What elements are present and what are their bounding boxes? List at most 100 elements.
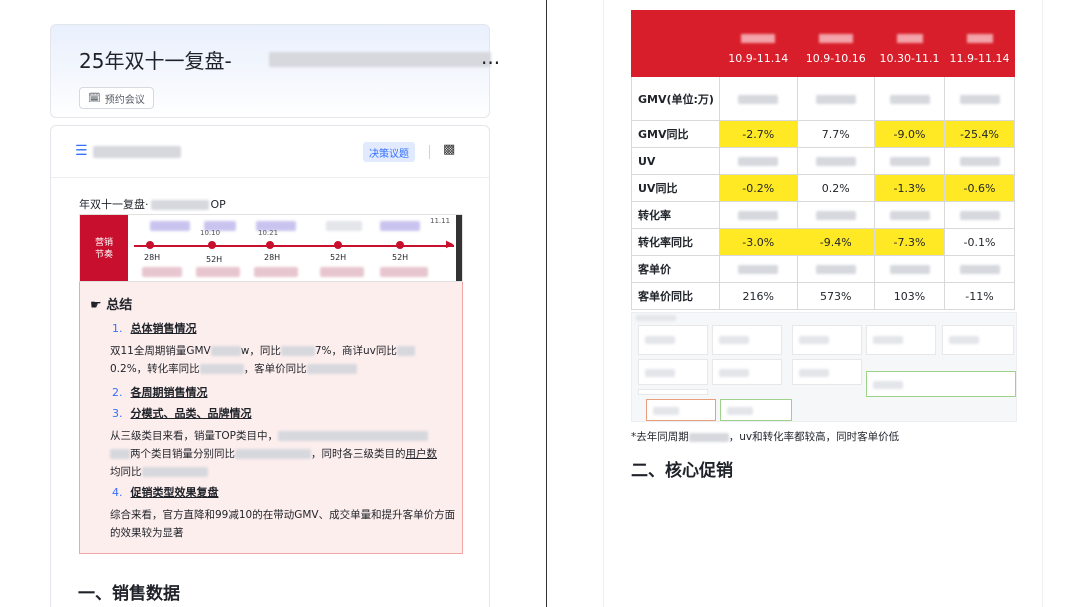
table-cell [796,255,875,283]
table-cell: -3.0% [719,228,798,256]
table-cell: -0.6% [944,174,1015,202]
table-header-cell: 11.9-11.14 [944,10,1015,77]
timeline-label: 营销 节奏 [80,215,128,281]
dash-cell [638,359,708,385]
table-header-cell: 10.30-11.1 [874,10,945,77]
doc-subtitle: 年双十一复盘· OP [79,196,226,212]
table-cell [874,147,945,175]
table-cell: -25.4% [944,120,1015,148]
table-cell: 7.7% [796,120,875,148]
timeline-redacted [380,267,428,277]
timeline-date: 10.21 [258,229,279,237]
table-cell: -1.3% [874,174,945,202]
timeline-hours: 52H [206,255,223,264]
doc-subtitle-prefix: 年双十一复盘· [79,198,149,211]
table-cell [719,76,798,121]
doc-header: ☰ 决策议题 ▩ [51,126,489,178]
summary-item-promotion[interactable]: 4. 促销类型效果复盘 [112,484,219,500]
redacted-value [959,211,1000,220]
redacted-value [210,346,241,356]
item-number: 3. [112,407,123,420]
summary-item-overall-sales[interactable]: 1. 总体销售情况 [112,320,197,336]
summary-item-period-sales[interactable]: 2. 各周期销售情况 [112,384,208,400]
timeline-dot [146,241,154,249]
redacted-header [818,34,853,43]
footnote-suffix: ，uv和转化率都较高，同时客单价低 [728,431,900,443]
redacted-value [738,94,779,104]
table-cell [719,201,798,229]
marketing-timeline-image: 营销 节奏 10.10 10.21 11.11 ▶ 28H 52H 28H 52H… [79,214,463,282]
redacted-value [110,449,130,459]
dash-cell [712,325,782,355]
redacted-value [199,364,244,374]
row-label: GMV同比 [631,120,720,148]
redacted-value [280,346,315,356]
table-header-empty [631,10,720,77]
redacted-subtitle [150,200,209,210]
column-label: 11.9-11.14 [949,52,1010,65]
para-text: 7%，商详uv同比 [314,345,397,357]
redacted-value [235,449,311,459]
doc-card: ☰ 决策议题 ▩ 年双十一复盘· OP 营销 节奏 10.10 10.21 11.1… [50,125,490,607]
section-title-sales: 一、销售数据 [78,584,180,604]
table-cell: -11% [944,282,1015,310]
redacted-value [306,364,357,374]
dash-cell [638,325,708,355]
table-cell [944,76,1015,121]
summary-callout: ☛ 总结 1. 总体销售情况 双11全周期销量GMV w，同比 7%，商详uv同比 0… [79,282,463,554]
redacted-value [815,94,856,104]
kpi-table-body: GMV(单位:万) GMV同比 -2.7% 7.7% -9.0% -25.4% UV UV同比… [631,76,1015,310]
schedule-meeting-button[interactable]: 🗓 预约会议 [79,87,154,109]
para-text: 双11全周期销量GMV [110,345,211,357]
redacted-value [396,346,415,356]
pointing-hand-icon: ☛ [90,298,102,313]
timeline-dot [208,241,216,249]
table-header-row: 10.9-11.14 10.9-10.16 10.30-11.1 11.9-11… [631,10,1015,77]
dash-cell [638,389,708,395]
para-text: 0.2%，转化率同比 [110,363,200,375]
summary-paragraph-category: 从三级类目来看，销量TOP类目中， 两个类目销量分别同比 ，同时各三级类目的用户数… [110,427,456,481]
table-cell [796,76,875,121]
right-page: 10.9-11.14 10.9-10.16 10.30-11.1 11.9-11… [603,0,1043,607]
timeline-hours: 52H [392,253,409,262]
redacted-value [738,211,779,220]
timeline-redacted [380,221,420,231]
table-row: GMV同比 -2.7% 7.7% -9.0% -25.4% [631,120,1015,148]
timeline-redacted [142,267,182,277]
dash-cell [712,359,782,385]
redacted-value [889,157,930,166]
redacted-value [815,157,856,166]
present-icon[interactable]: ▩ [443,142,455,157]
redacted-value [815,211,856,220]
timeline-redacted [196,267,240,277]
timeline-hours: 28H [264,253,281,262]
table-cell: -0.2% [719,174,798,202]
redacted-value [889,211,930,220]
table-cell [796,147,875,175]
table-row: UV [631,147,1015,175]
table-cell [944,147,1015,175]
summary-item-category-brand[interactable]: 3. 分模式、品类、品牌情况 [112,405,252,421]
page-divider [546,0,547,607]
dash-cell [866,325,936,355]
timeline-redacted [254,267,298,277]
arrow-right-icon: ▶ [446,239,454,250]
redacted-value [278,431,429,441]
table-cell: -0.1% [944,228,1015,256]
table-row: 客单价 [631,255,1015,283]
summary-paragraph-overall: 双11全周期销量GMV w，同比 7%，商详uv同比 0.2%，转化率同比 ，客单价同… [110,342,456,378]
timeline-hours: 28H [144,253,161,262]
redacted-value [738,265,779,274]
table-cell [796,201,875,229]
calendar-icon: 🗓 [88,92,101,104]
table-cell: -9.4% [796,228,875,256]
redacted-header [896,34,923,43]
item-label: 各周期销售情况 [130,386,208,399]
decision-topic-button[interactable]: 决策议题 [363,142,415,162]
summary-paragraph-promotion: 综合来看，官方直降和99减10的在带动GMV、成交单量和提升客单价方面的效果较为… [110,509,456,539]
dash-cell-highlighted [720,399,792,421]
timeline-date: 11.11 [430,217,451,225]
table-cell [874,255,945,283]
item-label: 促销类型效果复盘 [130,486,219,499]
redacted-value [141,467,208,477]
